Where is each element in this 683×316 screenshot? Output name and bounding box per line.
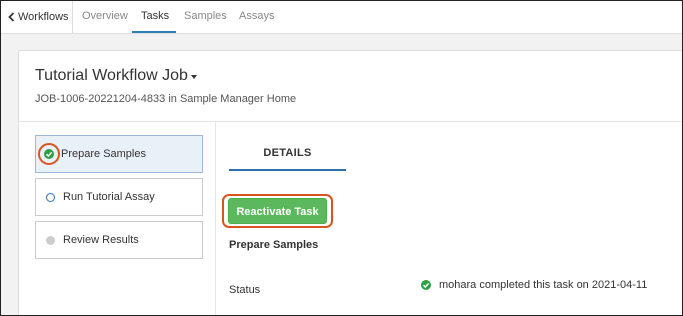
task-label: Run Tutorial Assay bbox=[63, 191, 155, 203]
tab-details[interactable]: DETAILS bbox=[229, 135, 346, 171]
page-body: Tutorial Workflow Job JOB-1006-20221204-… bbox=[1, 34, 682, 315]
check-circle-icon bbox=[421, 280, 431, 290]
tab-samples[interactable]: Samples bbox=[184, 10, 227, 22]
reactivate-task-button[interactable]: Reactivate Task bbox=[228, 198, 327, 224]
job-panel: Tutorial Workflow Job JOB-1006-20221204-… bbox=[18, 50, 682, 315]
job-title: Tutorial Workflow Job bbox=[35, 67, 188, 84]
task-section-title: Prepare Samples bbox=[229, 239, 319, 251]
tab-tasks[interactable]: Tasks bbox=[141, 10, 169, 22]
status-value: mohara completed this task on 2021-04-11 bbox=[421, 279, 647, 291]
back-link-label: Workflows bbox=[18, 11, 69, 23]
task-item-run-tutorial-assay[interactable]: Run Tutorial Assay bbox=[35, 178, 203, 216]
task-item-prepare-samples[interactable]: Prepare Samples bbox=[35, 135, 203, 173]
window: Workflows Overview Tasks Samples Assays … bbox=[0, 0, 683, 316]
top-navigation: Workflows Overview Tasks Samples Assays bbox=[1, 1, 682, 34]
check-circle-icon bbox=[44, 149, 54, 159]
open-circle-icon bbox=[46, 192, 55, 202]
back-to-workflows-link[interactable]: Workflows bbox=[7, 9, 69, 25]
job-title-menu[interactable]: Tutorial Workflow Job bbox=[35, 67, 197, 85]
job-subtitle: JOB-1006-20221204-4833 in Sample Manager… bbox=[35, 93, 297, 105]
status-label: Status bbox=[229, 284, 261, 296]
pending-circle-icon bbox=[46, 235, 55, 245]
nav-divider bbox=[72, 1, 73, 33]
details-tab-indicator bbox=[229, 169, 346, 171]
task-label: Prepare Samples bbox=[61, 148, 146, 160]
column-divider bbox=[215, 122, 216, 315]
status-text: mohara completed this task on 2021-04-11 bbox=[439, 279, 648, 291]
task-item-review-results[interactable]: Review Results bbox=[35, 221, 203, 259]
header-divider bbox=[19, 121, 682, 122]
chevron-left-icon bbox=[8, 12, 15, 22]
task-label: Review Results bbox=[63, 234, 139, 246]
tab-assays[interactable]: Assays bbox=[239, 10, 274, 22]
tab-overview[interactable]: Overview bbox=[82, 10, 128, 22]
caret-down-icon bbox=[190, 75, 197, 79]
active-tab-indicator bbox=[132, 31, 176, 33]
